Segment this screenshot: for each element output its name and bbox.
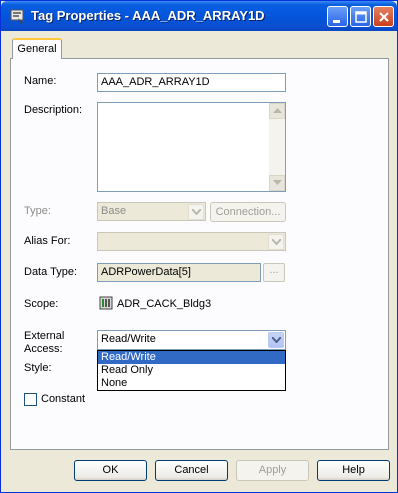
type-label: Type: bbox=[24, 205, 51, 217]
scroll-up-button[interactable] bbox=[269, 103, 285, 119]
data-type-label: Data Type: bbox=[24, 266, 77, 278]
minimize-button[interactable] bbox=[327, 6, 348, 27]
maximize-button[interactable] bbox=[350, 6, 371, 27]
external-access-dropdown-button[interactable] bbox=[268, 332, 284, 348]
option-none[interactable]: None bbox=[98, 377, 285, 390]
description-label: Description: bbox=[24, 104, 83, 116]
chevron-down-icon bbox=[192, 209, 201, 215]
cancel-button[interactable]: Cancel bbox=[155, 460, 228, 481]
external-access-value: Read/Write bbox=[101, 333, 156, 345]
alias-for-dropdown-button[interactable] bbox=[268, 234, 284, 250]
title-bar[interactable]: Tag Properties - AAA_ADR_ARRAY1D bbox=[1, 1, 397, 31]
external-access-options-list: Read/Write Read Only None bbox=[97, 350, 286, 391]
scope-value: ADR_CACK_Bldg3 bbox=[117, 298, 212, 310]
tag-properties-dialog: Tag Properties - AAA_ADR_ARRAY1D General… bbox=[0, 0, 398, 493]
alias-for-select[interactable] bbox=[97, 232, 286, 251]
external-access-label-line2: Access: bbox=[24, 343, 63, 355]
constant-checkbox[interactable] bbox=[24, 393, 37, 406]
option-read-write[interactable]: Read/Write bbox=[98, 351, 285, 364]
alias-for-label: Alias For: bbox=[24, 235, 71, 247]
description-scrollbar[interactable] bbox=[269, 103, 285, 191]
external-access-label-line1: External bbox=[24, 330, 65, 342]
scope-label: Scope: bbox=[24, 298, 59, 310]
data-type-browse-button[interactable]: ... bbox=[263, 263, 285, 282]
help-button[interactable]: Help bbox=[317, 460, 390, 481]
controller-icon bbox=[99, 296, 113, 310]
tab-general[interactable]: General bbox=[12, 38, 62, 59]
option-read-only[interactable]: Read Only bbox=[98, 364, 285, 377]
close-icon bbox=[379, 12, 389, 22]
external-access-select[interactable]: Read/Write bbox=[97, 330, 286, 350]
type-value: Base bbox=[101, 205, 127, 217]
type-select[interactable]: Base bbox=[97, 202, 206, 221]
scroll-down-button[interactable] bbox=[269, 175, 285, 191]
ok-button[interactable]: OK bbox=[74, 460, 147, 481]
minimize-icon bbox=[333, 20, 340, 23]
description-field[interactable] bbox=[97, 102, 286, 192]
maximize-icon bbox=[355, 11, 367, 23]
apply-button[interactable]: Apply bbox=[236, 460, 309, 481]
tag-properties-icon bbox=[10, 9, 24, 23]
name-field[interactable]: AAA_ADR_ARRAY1D bbox=[97, 73, 286, 92]
window-title: Tag Properties - AAA_ADR_ARRAY1D bbox=[31, 8, 265, 23]
style-label: Style: bbox=[24, 362, 52, 374]
chevron-down-icon bbox=[272, 337, 281, 343]
chevron-down-icon bbox=[272, 239, 281, 245]
type-dropdown-button[interactable] bbox=[188, 204, 204, 220]
name-label: Name: bbox=[24, 75, 57, 87]
scroll-up-icon bbox=[273, 108, 282, 113]
connection-button[interactable]: Connection... bbox=[210, 202, 286, 222]
constant-label: Constant bbox=[41, 393, 86, 405]
data-type-field[interactable]: ADRPowerData[5] bbox=[97, 263, 261, 282]
scroll-down-icon bbox=[273, 180, 282, 185]
close-button[interactable] bbox=[373, 6, 394, 27]
